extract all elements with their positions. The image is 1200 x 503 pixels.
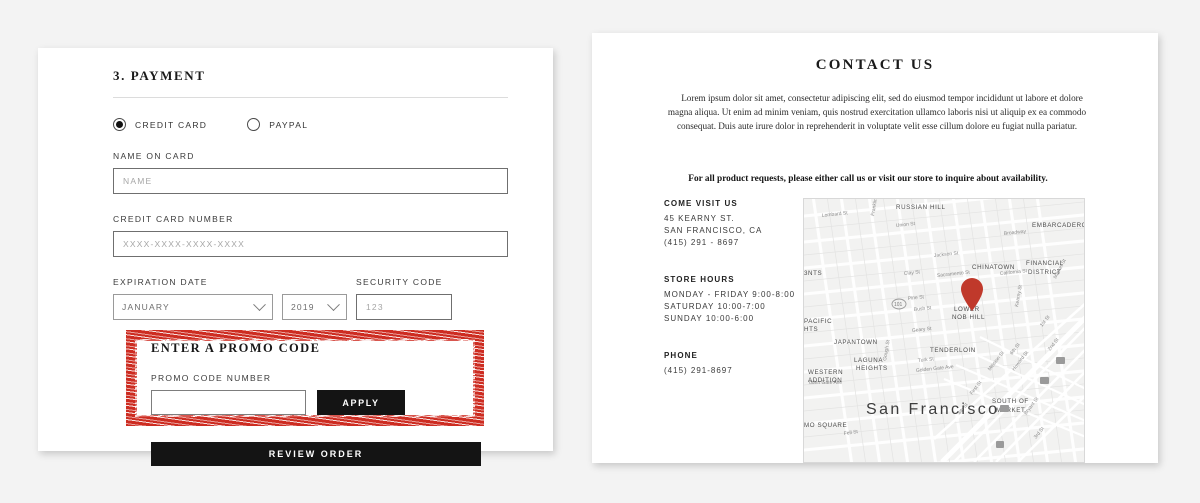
page-title: 3. PAYMENT bbox=[113, 68, 206, 83]
phone-number: (415) 291-8697 bbox=[664, 366, 733, 375]
review-order-button[interactable]: REVIEW ORDER bbox=[151, 442, 481, 466]
store-location-map[interactable]: Lombard St Union St Broadway Jackson St … bbox=[803, 198, 1085, 463]
map-graphic: Lombard St Union St Broadway Jackson St … bbox=[804, 199, 1084, 462]
name-on-card-input[interactable] bbox=[113, 168, 508, 194]
phone-group: PHONE (415) 291-8697 bbox=[664, 351, 814, 377]
contact-details-column: COME VISIT US 45 KEARNY ST. SAN FRANCISC… bbox=[664, 199, 814, 377]
svg-text:San Francisco: San Francisco bbox=[866, 401, 999, 418]
svg-text:CHINATOWN: CHINATOWN bbox=[972, 264, 1015, 271]
credit-card-number-label: CREDIT CARD NUMBER bbox=[113, 214, 234, 224]
expiration-date-label: EXPIRATION DATE bbox=[113, 277, 208, 287]
svg-text:ADDITION: ADDITION bbox=[808, 377, 842, 384]
chevron-down-icon bbox=[253, 297, 266, 311]
svg-text:PACIFIC: PACIFIC bbox=[804, 318, 832, 325]
security-code-label: SECURITY CODE bbox=[356, 277, 443, 287]
title-divider bbox=[113, 97, 508, 98]
expiration-month-value: JANUARY bbox=[122, 302, 170, 312]
checkout-payment-card: 3. PAYMENT CREDIT CARD PAYPAL NAME ON CA… bbox=[38, 48, 553, 466]
svg-text:101: 101 bbox=[894, 302, 903, 308]
promo-code-title: ENTER A PROMO CODE bbox=[151, 341, 321, 355]
svg-text:TENDERLOIN: TENDERLOIN bbox=[930, 347, 976, 354]
payment-form: 3. PAYMENT CREDIT CARD PAYPAL NAME ON CA… bbox=[113, 60, 508, 320]
svg-text:MO SQUARE: MO SQUARE bbox=[804, 422, 847, 429]
product-requests-notice: For all product requests, please either … bbox=[688, 174, 1048, 184]
store-hours-group: STORE HOURS MONDAY - FRIDAY 9:00-8:00 SA… bbox=[664, 275, 814, 325]
apply-promo-button[interactable]: APPLY bbox=[317, 390, 405, 415]
store-hours-heading: STORE HOURS bbox=[664, 275, 735, 284]
phone-heading: PHONE bbox=[664, 351, 698, 360]
contact-us-card: CONTACT US Lorem ipsum dolor sit amet, c… bbox=[592, 33, 1158, 463]
expiration-year-select[interactable]: 2019 bbox=[282, 294, 347, 320]
svg-text:LOWER: LOWER bbox=[954, 306, 980, 313]
payment-method-group: CREDIT CARD PAYPAL bbox=[113, 118, 508, 131]
name-on-card-label: NAME ON CARD bbox=[113, 151, 195, 161]
svg-text:RUSSIAN HILL: RUSSIAN HILL bbox=[896, 204, 946, 211]
promo-code-input[interactable] bbox=[151, 390, 306, 415]
visit-address-line-1: 45 KEARNY ST. bbox=[664, 214, 735, 223]
expiration-month-select[interactable]: JANUARY bbox=[113, 294, 273, 320]
promo-code-row: APPLY bbox=[151, 390, 481, 415]
radio-selected-icon[interactable] bbox=[113, 118, 126, 131]
security-code-input[interactable] bbox=[356, 294, 452, 320]
payment-method-paypal[interactable]: PAYPAL bbox=[247, 118, 308, 131]
promo-code-section: ENTER A PROMO CODE PROMO CODE NUMBER APP… bbox=[151, 341, 481, 415]
expiration-year-value: 2019 bbox=[291, 302, 315, 312]
expiration-selects: JANUARY 2019 bbox=[113, 294, 347, 320]
svg-text:WESTERN: WESTERN bbox=[808, 369, 843, 376]
svg-text:DISTRICT: DISTRICT bbox=[1028, 269, 1061, 276]
hours-saturday: SATURDAY 10:00-7:00 bbox=[664, 302, 766, 311]
security-code-group: SECURITY CODE bbox=[356, 257, 452, 320]
promo-code-label: PROMO CODE NUMBER bbox=[151, 373, 272, 383]
svg-text:NOB HILL: NOB HILL bbox=[952, 314, 985, 321]
hours-weekday: MONDAY - FRIDAY 9:00-8:00 bbox=[664, 290, 796, 299]
svg-text:HTS: HTS bbox=[804, 326, 818, 333]
radio-unselected-icon[interactable] bbox=[247, 118, 261, 131]
payment-method-credit-card[interactable]: CREDIT CARD bbox=[113, 118, 207, 131]
svg-text:EMBARCADERO: EMBARCADERO bbox=[1032, 222, 1084, 229]
hours-sunday: SUNDAY 10:00-6:00 bbox=[664, 314, 755, 323]
credit-card-number-input[interactable] bbox=[113, 231, 508, 257]
expiration-date-group: EXPIRATION DATE JANUARY 2019 bbox=[113, 257, 347, 320]
come-visit-us-group: COME VISIT US 45 KEARNY ST. SAN FRANCISC… bbox=[664, 199, 814, 249]
visit-address-line-2: SAN FRANCISCO, CA bbox=[664, 226, 763, 235]
contact-page-title: CONTACT US bbox=[815, 57, 935, 73]
visit-phone-line: (415) 291 - 8697 bbox=[664, 238, 740, 247]
svg-text:FINANCIAL: FINANCIAL bbox=[1026, 260, 1064, 267]
contact-intro-paragraph: Lorem ipsum dolor sit amet, consectetur … bbox=[667, 93, 1087, 131]
svg-text:3NTS: 3NTS bbox=[804, 270, 822, 277]
payment-method-paypal-label: PAYPAL bbox=[269, 119, 309, 130]
come-visit-us-heading: COME VISIT US bbox=[664, 199, 738, 208]
expiry-security-row: EXPIRATION DATE JANUARY 2019 SECURITY CO… bbox=[113, 257, 508, 320]
chevron-down-icon bbox=[327, 297, 340, 311]
svg-text:JAPANTOWN: JAPANTOWN bbox=[834, 339, 878, 346]
svg-text:LAGUNA: LAGUNA bbox=[854, 357, 883, 364]
payment-method-credit-card-label: CREDIT CARD bbox=[135, 119, 208, 130]
svg-text:HEIGHTS: HEIGHTS bbox=[856, 365, 888, 372]
